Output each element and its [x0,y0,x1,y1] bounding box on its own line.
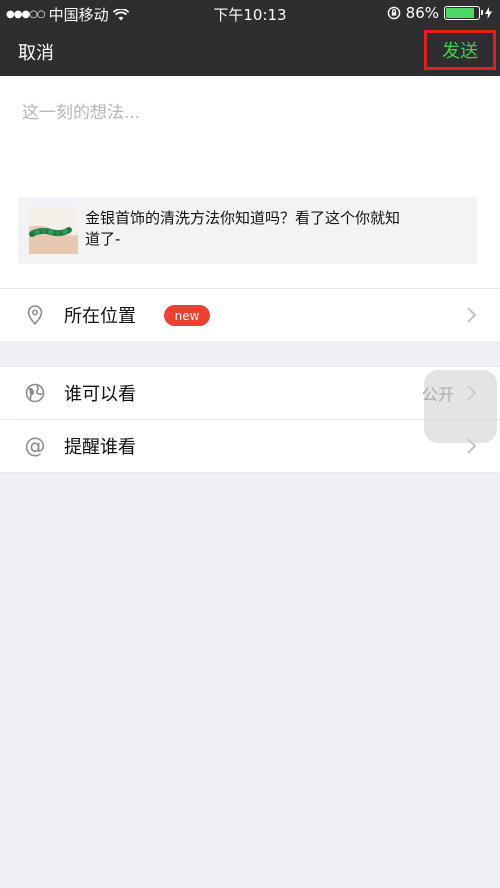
link-title: 金银首饰的清洗方法你知道吗？看了这个你就知道了- [85,209,401,248]
location-label: 所在位置 [64,306,136,327]
visibility-label: 谁可以看 [64,384,136,405]
separator [0,472,500,473]
mention-label: 提醒谁看 [64,437,136,458]
charging-icon [485,7,492,19]
chevron-right-icon [467,307,477,323]
battery-level [446,8,474,18]
cancel-button[interactable]: 取消 [18,39,54,65]
status-right: 86% [387,4,492,22]
rotation-lock-icon [387,6,400,20]
battery-icon [444,6,483,20]
send-button[interactable]: 发送 [424,30,496,70]
at-icon: @ [24,434,46,458]
battery-percent: 86% [405,4,439,22]
globe-icon [25,383,45,403]
compose-area: 金银首饰的清洗方法你知道吗？看了这个你就知道了- [0,76,500,288]
nav-bar: 取消 发送 [0,26,500,76]
new-badge: new [164,305,210,326]
location-row[interactable]: 所在位置 new [0,289,500,341]
thoughts-input[interactable] [22,98,478,188]
assistive-touch-button[interactable] [424,370,497,443]
link-thumbnail [29,207,78,254]
status-bar: ●●●○○ 中国移动 下午10:13 86% [0,0,500,26]
shared-link-card[interactable]: 金银首饰的清洗方法你知道吗？看了这个你就知道了- [18,197,477,264]
location-pin-icon [27,305,43,326]
